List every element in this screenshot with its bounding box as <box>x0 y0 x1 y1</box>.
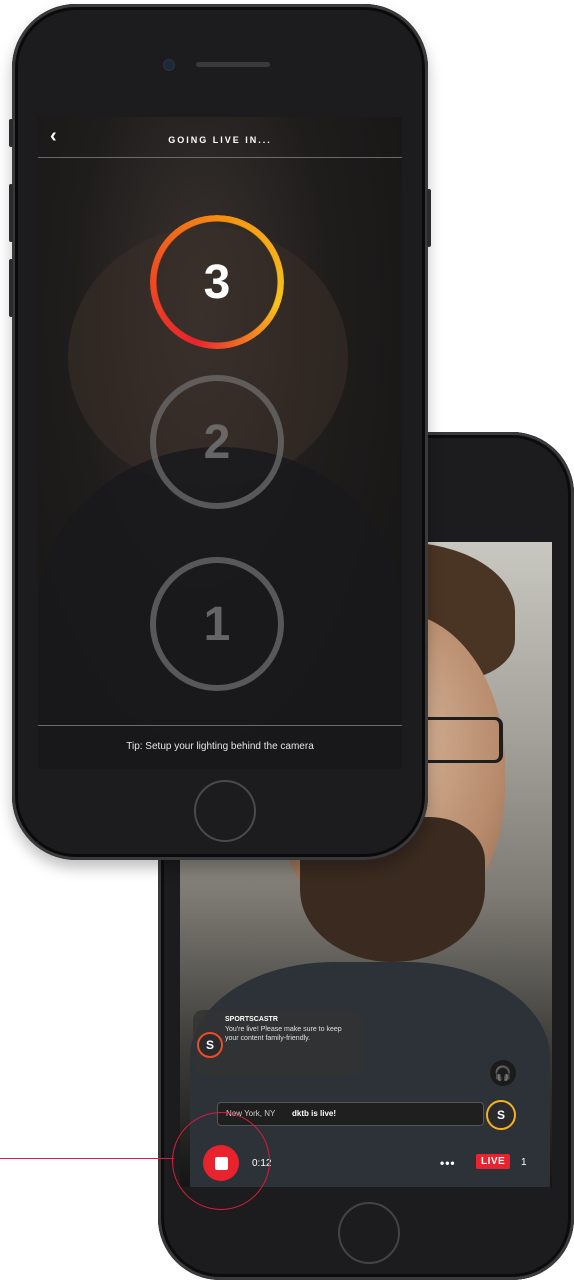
chat-message: S SPORTSCASTR You're live! Please make s… <box>193 1010 363 1076</box>
callout-highlight-circle <box>172 1112 270 1210</box>
sportscastr-logo-icon: S <box>197 1032 223 1058</box>
home-button[interactable] <box>338 1202 400 1264</box>
mute-switch <box>9 119 13 147</box>
ticker-message: dktb is live! <box>292 1109 337 1118</box>
footer-divider <box>38 725 402 726</box>
countdown-ring-1: 1 <box>150 557 284 691</box>
live-badge: LIVE <box>476 1154 511 1169</box>
countdown-screen: ‹ GOING LIVE IN... 3 2 1 Tip: Setup your… <box>38 117 402 769</box>
home-button[interactable] <box>194 780 256 842</box>
callout-line <box>0 1158 174 1159</box>
power-button <box>427 189 431 247</box>
chat-sender: SPORTSCASTR <box>225 1016 278 1023</box>
chat-text: You're live! Please make sure to keep yo… <box>225 1026 342 1042</box>
live-ticker: New York, NY dktb is live! <box>217 1102 484 1126</box>
countdown-phone: ‹ GOING LIVE IN... 3 2 1 Tip: Setup your… <box>9 4 431 860</box>
volume-down-button <box>9 259 13 317</box>
more-options-button[interactable]: ••• <box>440 1156 456 1170</box>
countdown-ring-2: 2 <box>150 375 284 509</box>
tip-text: Tip: Setup your lighting behind the came… <box>126 741 314 752</box>
viewer-count: 1 <box>521 1157 527 1168</box>
headphones-icon[interactable]: 🎧 <box>490 1060 516 1086</box>
countdown-number-1: 1 <box>203 597 231 651</box>
countdown-number-3: 3 <box>203 255 231 309</box>
earpiece-speaker <box>196 62 270 67</box>
countdown-number-2: 2 <box>203 415 231 469</box>
volume-up-button <box>9 184 13 242</box>
ticker-avatar-icon[interactable]: S <box>486 1100 516 1130</box>
front-camera-icon <box>163 59 175 71</box>
page-title: GOING LIVE IN... <box>168 135 272 145</box>
header-divider <box>38 157 402 158</box>
